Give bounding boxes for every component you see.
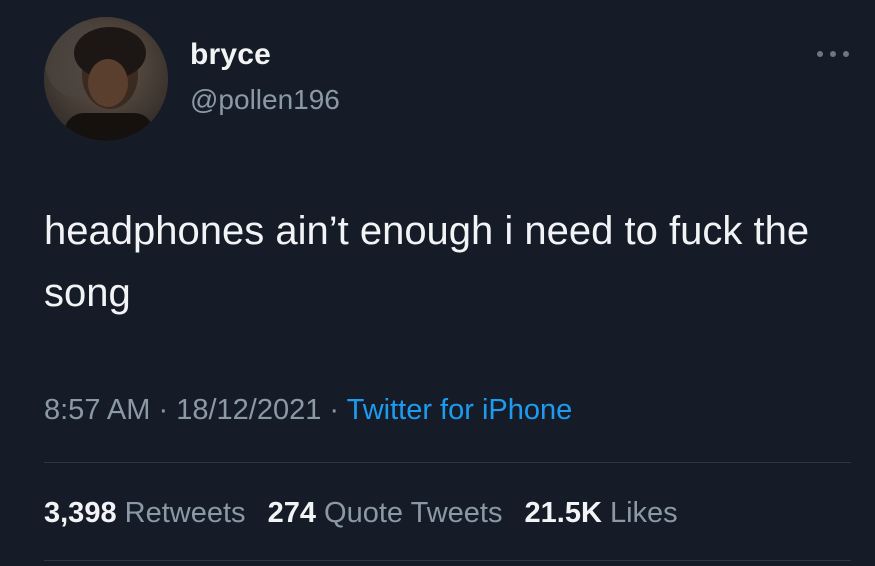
more-dot bbox=[817, 51, 823, 57]
retweets-count: 3,398 bbox=[44, 497, 117, 529]
tweet-card: bryce @pollen196 headphones ain’t enough… bbox=[0, 0, 875, 566]
more-dot bbox=[830, 51, 836, 57]
meta-separator: · bbox=[150, 394, 177, 426]
likes-label: Likes bbox=[609, 497, 678, 529]
meta-separator: · bbox=[321, 394, 347, 426]
tweet-metadata: 8:57 AM · 18/12/2021 · Twitter for iPhon… bbox=[44, 394, 572, 427]
user-handle[interactable]: @pollen196 bbox=[190, 84, 340, 116]
tweet-text: headphones ain’t enough i need to fuck t… bbox=[44, 209, 810, 315]
tweet-date[interactable]: 18/12/2021 bbox=[176, 394, 321, 426]
retweets-label: Retweets bbox=[124, 497, 246, 529]
likes-stat[interactable]: 21.5K Likes bbox=[525, 497, 678, 529]
more-dot bbox=[843, 51, 849, 57]
tweet-source-link[interactable]: Twitter for iPhone bbox=[347, 394, 573, 426]
divider bbox=[44, 462, 851, 463]
avatar[interactable] bbox=[44, 17, 168, 141]
likes-count: 21.5K bbox=[524, 497, 602, 529]
quote-tweets-stat[interactable]: 274 Quote Tweets bbox=[268, 497, 511, 529]
engagement-stats: 3,398 Retweets 274 Quote Tweets 21.5K Li… bbox=[44, 497, 692, 530]
profile-photo bbox=[44, 17, 168, 141]
divider bbox=[44, 560, 851, 561]
quote-tweets-count: 274 bbox=[267, 497, 316, 529]
display-name[interactable]: bryce bbox=[190, 38, 271, 72]
retweets-stat[interactable]: 3,398 Retweets bbox=[44, 497, 254, 529]
more-horizontal-icon[interactable] bbox=[817, 47, 849, 61]
quote-tweets-label: Quote Tweets bbox=[324, 497, 503, 529]
tweet-time[interactable]: 8:57 AM bbox=[44, 394, 150, 426]
